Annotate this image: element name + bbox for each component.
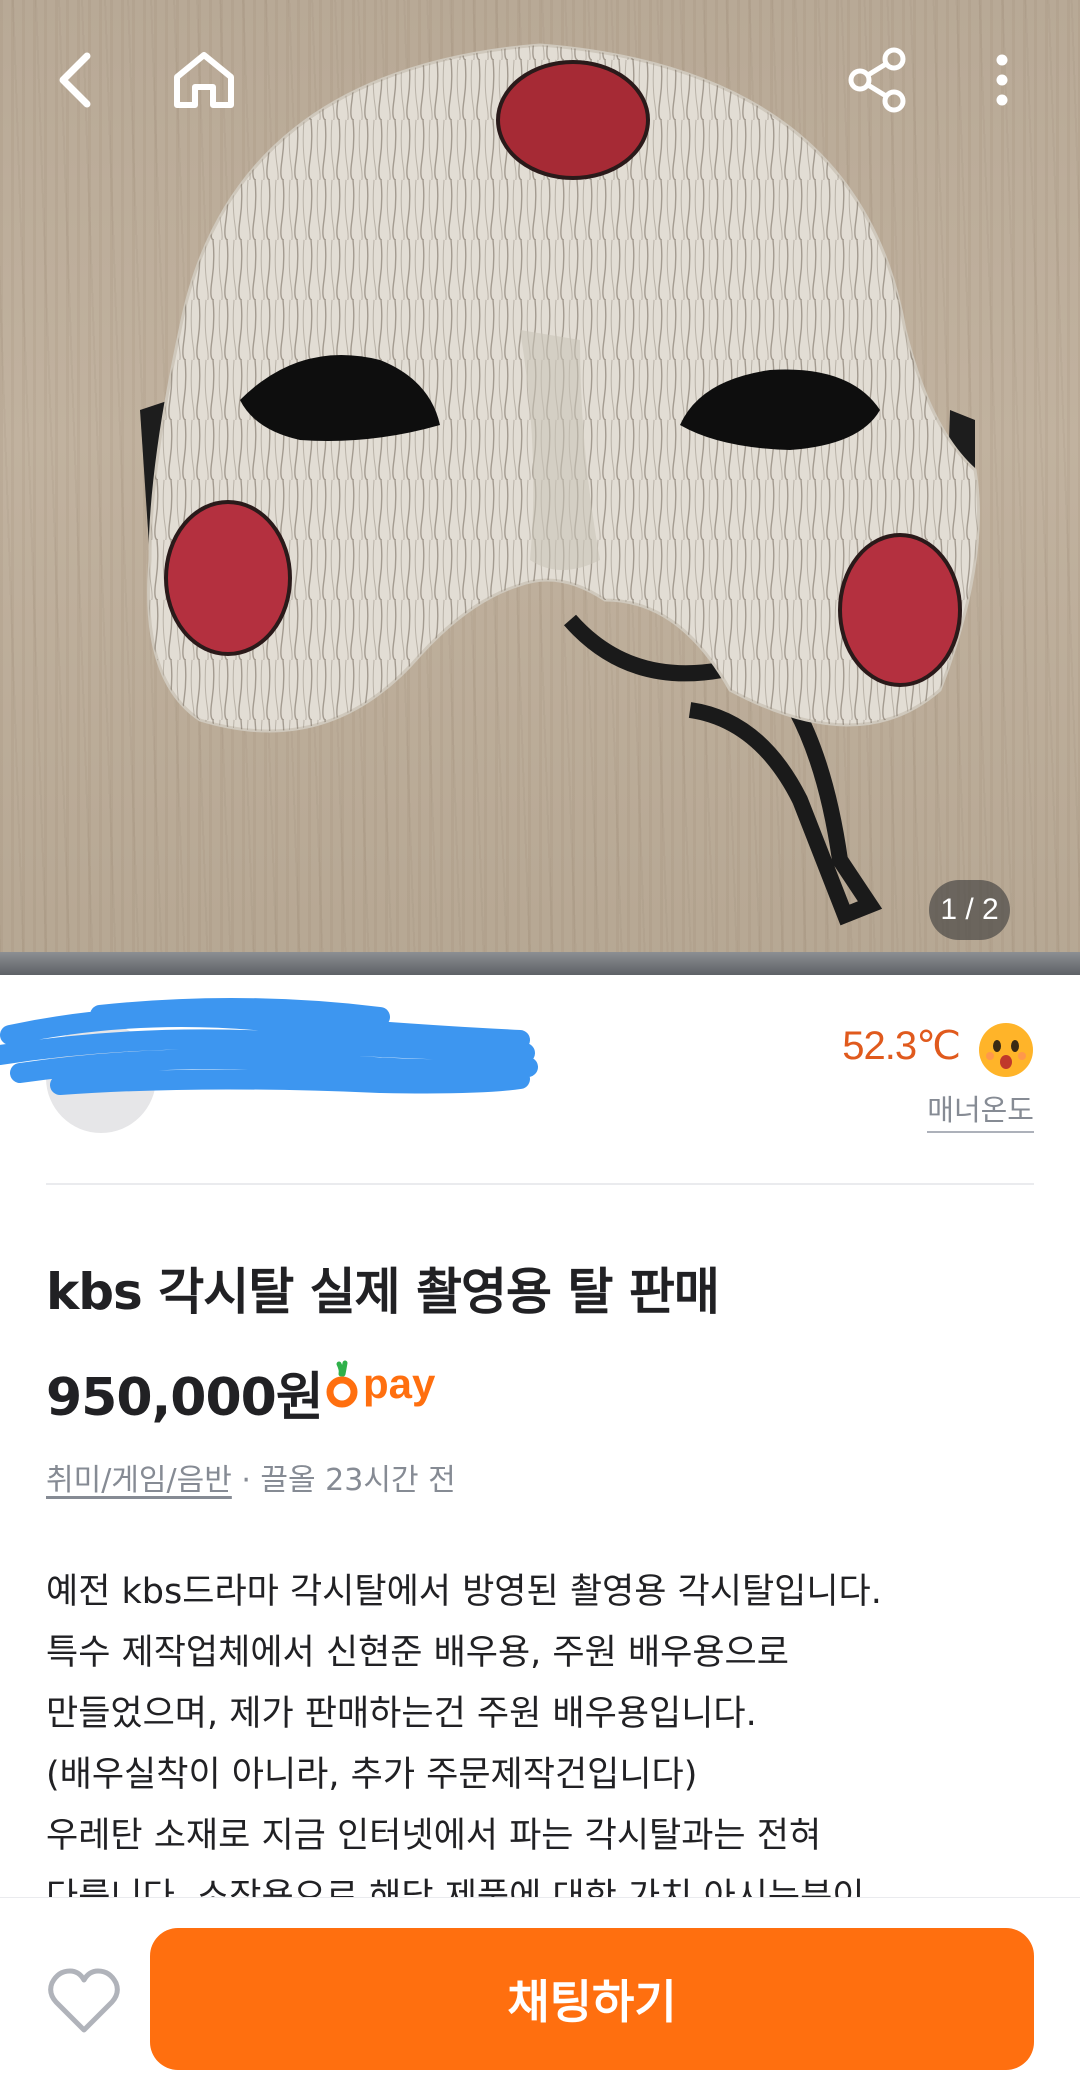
- share-icon: [848, 47, 906, 113]
- product-description: 예전 kbs드라마 각시탈에서 방영된 촬영용 각시탈입니다. 특수 제작업체에…: [46, 1562, 1046, 1897]
- description-line: 다릅니다. 소장용으로 해당 제품에 대한 가치 아시는분이: [46, 1877, 865, 1897]
- category-link[interactable]: 취미/게임/음반: [46, 1463, 232, 1498]
- seller-section[interactable]: 52.3℃ 매너온도: [0, 975, 1080, 1185]
- photo-counter: 1 / 2: [929, 880, 1010, 940]
- more-vertical-icon: [996, 54, 1008, 106]
- description-line: (배우실착이 아니라, 추가 주문제작건입니다): [46, 1755, 698, 1795]
- home-icon: [174, 52, 234, 108]
- bump-time: · 끌올 23시간 전: [231, 1463, 456, 1498]
- manner-label[interactable]: 매너온도: [927, 1087, 1034, 1133]
- chevron-left-icon: [59, 52, 91, 108]
- mask-photo-illustration: [140, 43, 980, 926]
- chat-button[interactable]: 채팅하기: [150, 1928, 1034, 2070]
- bottom-action-bar: 채팅하기: [0, 1897, 1080, 2086]
- pay-badge: pay: [325, 1360, 435, 1408]
- description-line: 만들었으며, 제가 판매하는건 주원 배우용입니다.: [46, 1694, 757, 1734]
- description-line: 예전 kbs드라마 각시탈에서 방영된 촬영용 각시탈입니다.: [46, 1572, 882, 1612]
- product-photo[interactable]: 1 / 2: [0, 0, 1080, 975]
- description-line: 우레탄 소재로 지금 인터넷에서 파는 각시탈과는 전혀: [46, 1816, 822, 1856]
- heart-icon[interactable]: [46, 1966, 122, 2036]
- pay-label: pay: [363, 1360, 436, 1407]
- product-price: 950,000원: [46, 1368, 324, 1428]
- manner-temperature: 52.3℃: [842, 1024, 961, 1068]
- divider: [46, 1183, 1034, 1185]
- redaction-scribble: [0, 997, 538, 1095]
- product-title: kbs 각시탈 실제 촬영용 탈 판매: [46, 1263, 720, 1321]
- share-button[interactable]: [836, 38, 920, 122]
- smile-face-icon: [979, 1023, 1033, 1077]
- more-button[interactable]: [960, 38, 1044, 122]
- description-line: 특수 제작업체에서 신현준 배우용, 주원 배우용으로: [46, 1633, 789, 1673]
- back-button[interactable]: [34, 38, 118, 122]
- product-meta: 취미/게임/음반 · 끌올 23시간 전: [46, 1455, 456, 1499]
- carrot-pay-icon: [326, 1360, 358, 1408]
- home-button[interactable]: [162, 38, 246, 122]
